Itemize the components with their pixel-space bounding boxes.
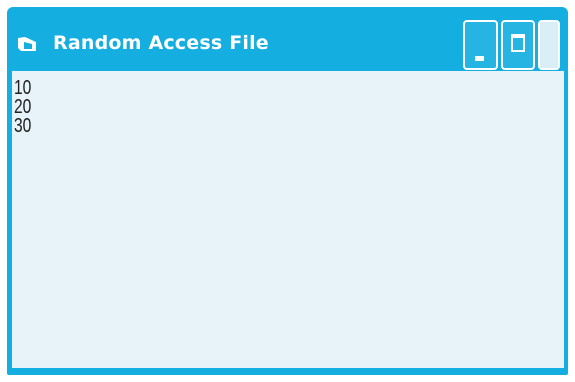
app-window: Random Access File 10 20 30 (7, 7, 568, 375)
maximize-icon (511, 34, 525, 52)
minimize-icon (475, 56, 484, 61)
output-line: 20 (14, 96, 32, 118)
title-bar[interactable]: Random Access File (7, 7, 568, 70)
maximize-button[interactable] (501, 20, 535, 70)
window-app-icon[interactable] (17, 36, 37, 53)
minimize-button[interactable] (463, 20, 498, 70)
output-area[interactable]: 10 20 30 (12, 71, 564, 368)
output-line: 10 (14, 77, 32, 99)
output-line: 30 (14, 115, 32, 137)
close-button[interactable] (538, 20, 560, 70)
window-title: Random Access File (53, 32, 269, 54)
